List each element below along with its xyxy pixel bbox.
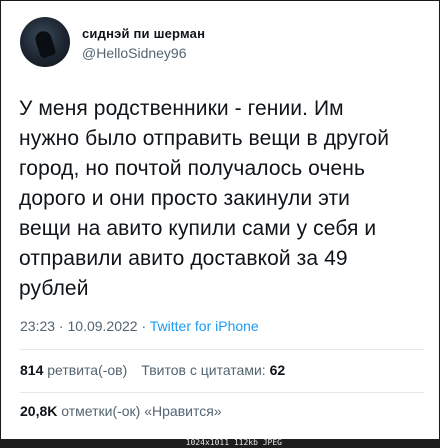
- tweet-text: У меня родственники - гении. Им нужно бы…: [19, 97, 390, 300]
- tweet-source[interactable]: Twitter for iPhone: [150, 318, 259, 334]
- tweet-time[interactable]: 23:23: [20, 318, 55, 334]
- retweets-count: 814: [20, 362, 44, 378]
- like-stats: 20,8K отметки(-ок) «Нравится»: [20, 403, 222, 419]
- image-info-text: 1024x1011 112kb JPEG: [185, 438, 282, 447]
- image-info-bar: 1024x1011 112kb JPEG: [0, 438, 440, 448]
- divider: [20, 392, 424, 393]
- retweets-link[interactable]: 814 ретвита(-ов): [20, 362, 127, 378]
- likes-link[interactable]: 20,8K отметки(-ок) «Нравится»: [20, 403, 222, 419]
- retweet-stats: 814 ретвита(-ов) Твитов с цитатами: 62: [20, 362, 285, 378]
- tweet-date[interactable]: 10.09.2022: [68, 318, 138, 334]
- likes-count: 20,8K: [20, 403, 58, 419]
- quotes-label: Твитов с цитатами:: [141, 362, 266, 378]
- likes-label: отметки(-ок) «Нравится»: [61, 403, 222, 419]
- quotes-link[interactable]: Твитов с цитатами: 62: [141, 362, 285, 378]
- display-name[interactable]: сиднэй пи шерман: [82, 26, 205, 41]
- meta-separator: ·: [137, 318, 150, 334]
- retweets-label: ретвита(-ов): [47, 362, 128, 378]
- quotes-count: 62: [269, 362, 286, 378]
- avatar[interactable]: [20, 17, 70, 67]
- user-handle[interactable]: @HelloSidney96: [82, 45, 187, 61]
- tweet-meta: 23:23 · 10.09.2022 · Twitter for iPhone: [20, 318, 259, 334]
- avatar-figure: [33, 29, 57, 59]
- meta-separator: ·: [55, 318, 68, 334]
- divider: [20, 349, 424, 350]
